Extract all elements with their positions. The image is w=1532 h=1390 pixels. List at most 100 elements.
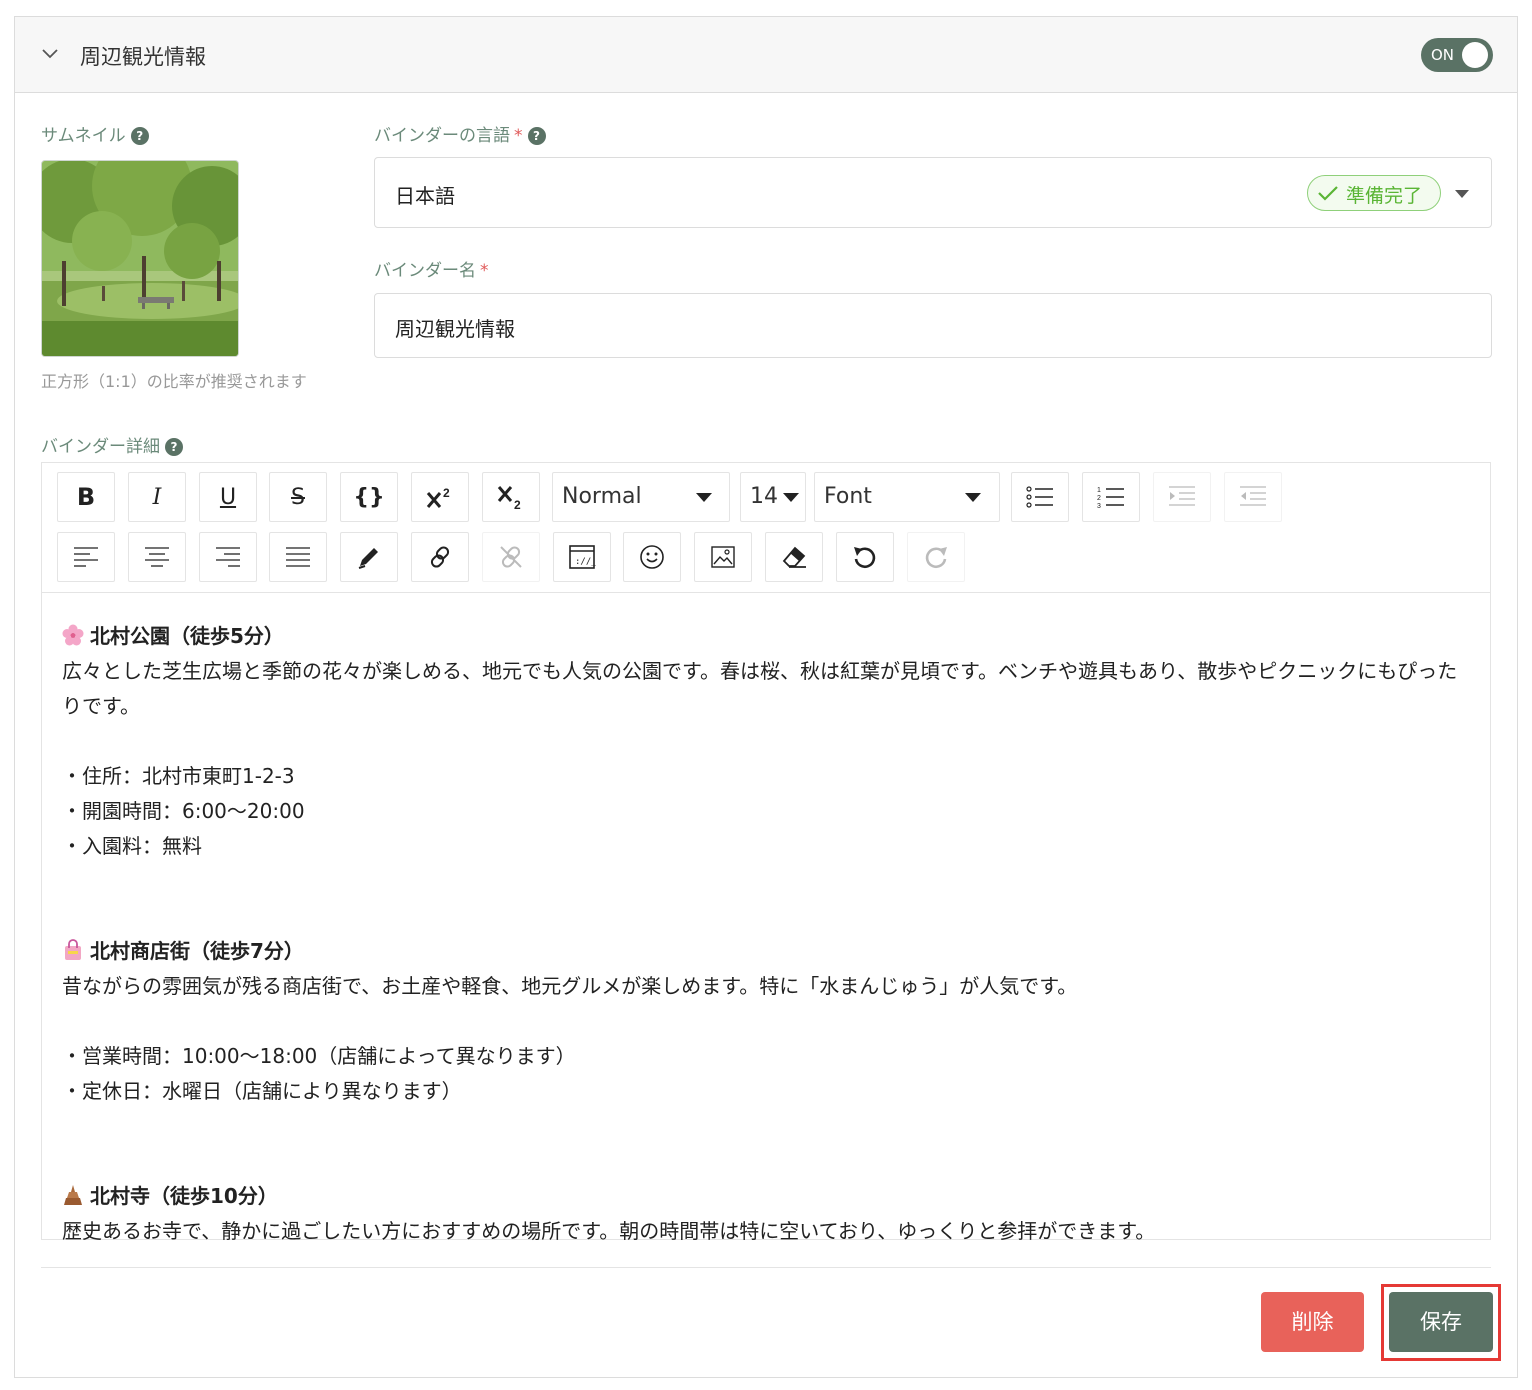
content-heading: 北村公園（徒歩5分） — [62, 619, 1472, 654]
align-justify-button[interactable] — [269, 532, 327, 582]
unlink-button[interactable] — [482, 532, 540, 582]
help-icon[interactable]: ? — [527, 127, 546, 145]
help-icon[interactable]: ? — [165, 438, 183, 456]
language-select[interactable]: 日本語 準備完了 — [374, 157, 1492, 228]
strike-button[interactable]: S — [269, 472, 327, 522]
align-left-button[interactable] — [57, 532, 115, 582]
chevron-down-icon[interactable] — [41, 47, 59, 61]
emoji-button[interactable] — [623, 532, 681, 582]
content-paragraph — [62, 1144, 1472, 1179]
font-select[interactable]: Font — [814, 472, 1000, 522]
underline-button[interactable]: U — [199, 472, 257, 522]
smile-icon — [640, 545, 664, 569]
redo-button[interactable] — [907, 532, 965, 582]
toggle-knob — [1462, 42, 1488, 68]
image-icon — [711, 546, 735, 568]
undo-button[interactable] — [836, 532, 894, 582]
svg-text:://_: ://_ — [575, 557, 596, 567]
status-badge-text: 準備完了 — [1346, 185, 1423, 207]
link-icon — [430, 546, 450, 568]
link-button[interactable] — [411, 532, 469, 582]
redo-icon — [925, 547, 947, 569]
caret-down-icon — [696, 493, 712, 502]
panel-title: 周辺観光情報 — [80, 45, 206, 69]
outdent-icon — [1240, 486, 1266, 506]
help-icon[interactable]: ? — [130, 127, 149, 145]
pen-icon — [358, 548, 378, 569]
svg-text:3: 3 — [1097, 503, 1101, 509]
clear-format-button[interactable] — [765, 532, 823, 582]
svg-text:2: 2 — [514, 498, 521, 510]
save-button[interactable]: 保存 — [1389, 1292, 1493, 1352]
shopping-bag-icon — [65, 939, 81, 960]
content-paragraph — [62, 864, 1472, 899]
align-center-icon — [145, 547, 169, 567]
caret-down-icon — [965, 493, 981, 502]
content-paragraph — [62, 1004, 1472, 1039]
bullet-list-button[interactable] — [1011, 472, 1069, 522]
text-color-button[interactable] — [340, 532, 398, 582]
temple-icon — [64, 1185, 82, 1205]
editor-content[interactable]: 北村公園（徒歩5分） 広々とした芝生広場と季節の花々が楽しめる、地元でも人気の公… — [62, 619, 1472, 1249]
content-heading: 北村寺（徒歩10分） — [62, 1179, 1472, 1214]
image-button[interactable] — [694, 532, 752, 582]
content-paragraph: ・住所：北村市東町1-2-3 — [62, 764, 295, 788]
unlink-icon — [500, 546, 522, 568]
section-toggle[interactable]: ON — [1421, 38, 1493, 72]
panel-header[interactable]: 周辺観光情報 ON — [15, 17, 1517, 93]
subscript-icon: 2 — [497, 486, 521, 510]
content-paragraph: 広々とした芝生広場と季節の花々が楽しめる、地元でも人気の公園です。春は桜、秋は紅… — [62, 659, 1458, 718]
content-paragraph: 昔ながらの雰囲気が残る商店街で、お土産や軽食、地元グルメが楽しめます。特に「水ま… — [62, 974, 1078, 998]
divider — [41, 1267, 1491, 1268]
content-paragraph: 歴史あるお寺で、静かに過ごしたい方におすすめの場所です。朝の時間帯は特に空いてお… — [62, 1219, 1156, 1243]
code-block-button[interactable]: ://_ — [553, 532, 611, 582]
language-label: バインダーの言語 *? — [374, 121, 546, 146]
thumbnail-image[interactable] — [41, 160, 239, 357]
italic-button[interactable]: I — [128, 472, 186, 522]
content-paragraph — [62, 1109, 1472, 1144]
editor-toolbar: B I U S {} 2 2 Normal 14 Font 1 2 3://_ — [42, 463, 1490, 593]
bold-button[interactable]: B — [57, 472, 115, 522]
indent-button[interactable] — [1153, 472, 1211, 522]
outdent-button[interactable] — [1224, 472, 1282, 522]
eraser-icon — [782, 546, 806, 568]
check-icon — [1318, 186, 1338, 201]
binder-name-label: バインダー名 * — [374, 261, 489, 281]
thumbnail-label: サムネイル? — [41, 121, 149, 146]
ordered-list-icon: 123 — [1097, 487, 1124, 509]
bullet-list-icon — [1026, 486, 1053, 508]
content-heading: 北村商店街（徒歩7分） — [62, 934, 1472, 969]
svg-text:2: 2 — [1097, 495, 1101, 502]
details-label: バインダー詳細? — [41, 432, 183, 457]
required-mark: * — [480, 261, 489, 281]
ordered-list-button[interactable]: 123 — [1082, 472, 1140, 522]
content-paragraph: ・開園時間：6:00〜20:00 — [62, 799, 305, 823]
language-value: 日本語 — [395, 184, 455, 208]
subscript-button[interactable]: 2 — [482, 472, 540, 522]
font-size-select[interactable]: 14 — [740, 472, 806, 522]
park-photo — [42, 161, 238, 356]
indent-icon — [1169, 486, 1195, 506]
svg-text:1: 1 — [1097, 487, 1101, 494]
align-right-button[interactable] — [199, 532, 257, 582]
align-right-icon — [216, 547, 240, 567]
align-center-button[interactable] — [128, 532, 186, 582]
thumbnail-hint: 正方形（1:1）の比率が推奨されます — [41, 372, 307, 391]
code-button[interactable]: {} — [340, 472, 398, 522]
caret-down-icon — [783, 493, 799, 502]
content-paragraph: ・入園料：無料 — [62, 834, 202, 858]
caret-down-icon[interactable] — [1455, 190, 1469, 198]
status-badge: 準備完了 — [1307, 175, 1441, 211]
superscript-icon: 2 — [426, 486, 450, 508]
content-paragraph — [62, 724, 1472, 759]
binder-name-input[interactable]: 周辺観光情報 — [374, 293, 1492, 358]
content-paragraph: ・定休日：水曜日（店舗により異なります） — [62, 1079, 462, 1103]
align-justify-icon — [286, 547, 310, 567]
code-block-icon: ://_ — [569, 545, 596, 569]
align-left-icon — [74, 547, 98, 567]
format-select[interactable]: Normal — [552, 472, 730, 522]
toggle-label: ON — [1431, 46, 1455, 64]
rich-text-editor: B I U S {} 2 2 Normal 14 Font 1 2 3://_… — [41, 462, 1491, 1243]
delete-button[interactable]: 削除 — [1261, 1292, 1364, 1352]
superscript-button[interactable]: 2 — [411, 472, 469, 522]
